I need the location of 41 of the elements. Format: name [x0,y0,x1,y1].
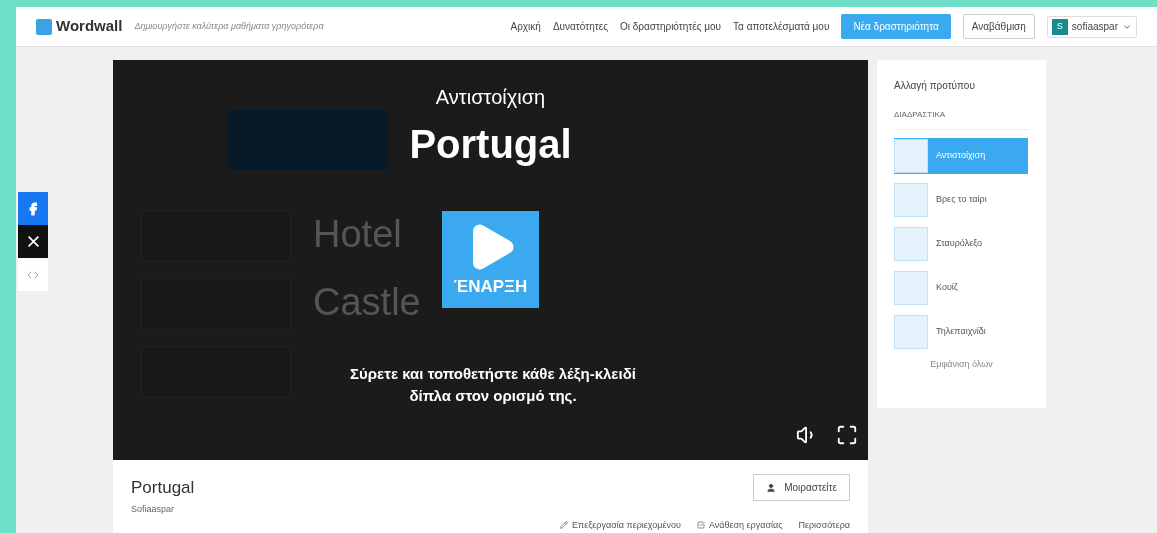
facebook-share-button[interactable] [18,192,48,225]
facebook-icon [26,201,40,216]
share-button[interactable]: Μοιραστείτε [753,474,850,501]
activity-title: Portugal [409,121,572,168]
nav-link[interactable]: Δυνατότητες [552,19,608,34]
tagline: Δημιουργήστε καλύτερα μαθήματα γρηγορότερα [134,19,324,33]
template-item[interactable]: Κουίζ [894,270,1028,306]
user-avatar: S [1051,18,1068,35]
panel-title: Αλλαγή προτύπου [894,79,976,93]
template-thumbnail [894,139,928,173]
action-link[interactable]: Επεξεργασία περιεχομένου [560,518,681,532]
x-share-button[interactable] [18,225,48,258]
nav-link[interactable]: Τα αποτελέσματά μου [733,19,830,34]
template-name: Αντιστοίχιση [435,85,546,110]
activity-heading: Portugal [131,476,195,499]
x-icon [26,235,40,248]
nav-link[interactable]: Αρχική [510,19,541,34]
action-link[interactable]: Περισσότερα [798,518,850,532]
template-thumbnail [894,227,928,261]
show-all-link[interactable]: Εμφάνιση όλων [894,358,1029,372]
logo[interactable]: Wordwall [56,15,123,38]
checkbox-icon [696,521,705,530]
template-item[interactable]: Σταυρόλεξο [894,226,1028,262]
author-name[interactable]: Sofiaaspar [131,503,850,517]
action-link[interactable]: Ανάθεση εργασίας [696,518,783,532]
template-thumbnail [894,271,928,305]
upgrade-button[interactable]: Αναβάθμιση [962,14,1035,39]
logo-icon [36,18,52,35]
template-thumbnail [894,315,928,349]
keyword: Hotel [313,212,402,256]
pencil-icon [560,521,569,530]
fullscreen-icon[interactable] [836,424,858,446]
section-heading: ΔΙΑΔΡΑΣΤΙΚΑ [894,109,1029,130]
instructions: Σύρετε και τοποθετήστε κάθε λέξη-κλειδί δίπλα στον ορισμό της. [349,364,637,406]
template-item[interactable]: Τηλεπαιχνίδι [894,314,1028,350]
nav-link[interactable]: Οι δραστηριότητές μου [619,19,722,34]
keyword: Castle [313,280,421,324]
user-icon [766,482,777,493]
template-thumbnail [894,183,928,217]
template-item[interactable]: Βρες το ταίρι [894,182,1028,218]
user-menu[interactable]: S sofiaaspar [1046,15,1137,38]
